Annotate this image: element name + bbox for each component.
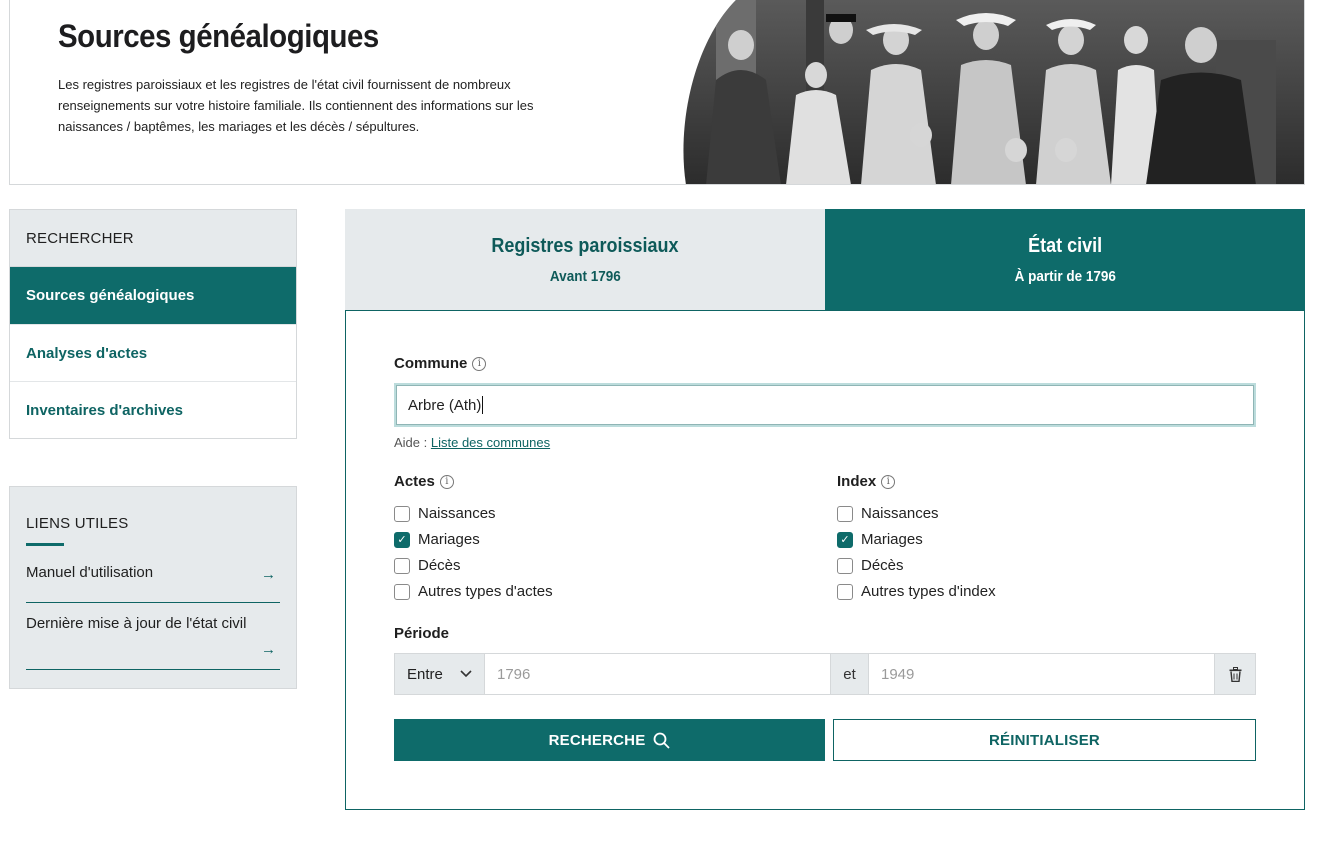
sidebar-item-analyses-actes[interactable]: Analyses d'actes <box>10 324 296 381</box>
link-label: Dernière mise à jour de l'état civil <box>26 615 247 632</box>
periode-and: et <box>830 654 869 694</box>
commune-label-text: Commune <box>394 355 468 372</box>
trash-icon <box>1229 666 1241 682</box>
info-icon[interactable]: i <box>439 474 454 489</box>
search-button[interactable]: RECHERCHE <box>394 719 825 761</box>
checkbox-index-naissances[interactable]: Naissances <box>837 505 939 522</box>
chevron-down-icon <box>460 670 472 678</box>
index-label: Index i <box>837 473 896 490</box>
checkbox-label: Naissances <box>861 505 939 522</box>
search-button-label: RECHERCHE <box>548 731 646 749</box>
search-form: Commune i Arbre (Ath) Aide : Liste des c… <box>345 310 1305 810</box>
info-icon[interactable]: i <box>881 474 896 489</box>
aide-prefix: Aide : <box>394 435 428 450</box>
link-label: Manuel d'utilisation <box>26 564 154 581</box>
link-derniere-mise-a-jour[interactable]: Dernière mise à jour de l'état civil → <box>26 603 280 670</box>
info-icon[interactable]: i <box>472 356 487 371</box>
tab-title: Registres paroissiaux <box>491 235 679 257</box>
periode-from-placeholder: 1796 <box>497 665 531 683</box>
check-icon[interactable]: ✓ <box>837 531 853 548</box>
page-title: Sources généalogiques <box>58 18 379 54</box>
periode-mode-value: Entre <box>407 665 443 683</box>
clear-periode-button[interactable] <box>1214 654 1255 694</box>
periode-to-placeholder: 1949 <box>881 665 915 683</box>
aide-line: Aide : Liste des communes <box>394 435 550 450</box>
checkbox-label: Autres types d'actes <box>418 583 553 600</box>
index-label-text: Index <box>837 473 877 490</box>
tab-registres-paroissiaux[interactable]: Registres paroissiaux Avant 1796 <box>345 209 825 311</box>
check-icon[interactable]: ✓ <box>394 531 410 548</box>
checkbox-label: Décès <box>861 557 904 574</box>
page-intro: Les registres paroissiaux et les registr… <box>58 77 534 134</box>
checkbox-label: Naissances <box>418 505 496 522</box>
source-tabs: Registres paroissiaux Avant 1796 État ci… <box>345 209 1305 311</box>
commune-input[interactable]: Arbre (Ath) <box>394 383 1256 427</box>
checkbox-index-mariages[interactable]: ✓ Mariages <box>837 531 923 548</box>
commune-label: Commune i <box>394 355 487 372</box>
sidebar-item-sources-genealogiques[interactable]: Sources généalogiques <box>10 267 296 324</box>
tab-subtitle: Avant 1796 <box>549 268 621 285</box>
family-photo <box>683 0 1304 184</box>
search-icon <box>654 732 671 749</box>
arrow-right-icon: → <box>261 566 276 583</box>
useful-links-heading: LIENS UTILES <box>26 515 129 532</box>
checkbox-actes-deces[interactable]: Décès <box>394 557 461 574</box>
checkbox-label: Mariages <box>418 531 480 548</box>
liste-communes-link[interactable]: Liste des communes <box>431 435 550 450</box>
periode-label-text: Période <box>394 625 450 642</box>
actes-label: Actes i <box>394 473 454 490</box>
tab-title: État civil <box>1027 235 1103 257</box>
checkbox-actes-mariages[interactable]: ✓ Mariages <box>394 531 480 548</box>
checkbox-index-autres[interactable]: Autres types d'index <box>837 583 996 600</box>
checkbox-actes-naissances[interactable]: Naissances <box>394 505 496 522</box>
checkbox-label: Autres types d'index <box>861 583 996 600</box>
checkbox-box[interactable] <box>837 505 853 522</box>
sidebar-search: RECHERCHER Sources généalogiques Analyse… <box>9 209 297 439</box>
checkbox-label: Mariages <box>861 531 923 548</box>
arrow-right-icon: → <box>261 641 276 658</box>
useful-links-panel: LIENS UTILES Manuel d'utilisation → Dern… <box>9 486 297 689</box>
checkbox-index-deces[interactable]: Décès <box>837 557 904 574</box>
text-caret <box>482 396 484 414</box>
checkbox-box[interactable] <box>837 557 853 574</box>
tab-etat-civil[interactable]: État civil À partir de 1796 <box>825 209 1305 311</box>
heading-underline <box>26 543 64 546</box>
actes-label-text: Actes <box>394 473 435 490</box>
periode-from-input[interactable]: 1796 <box>485 654 830 694</box>
reset-button[interactable]: RÉINITIALISER <box>833 719 1256 761</box>
link-manuel-utilisation[interactable]: Manuel d'utilisation → <box>26 562 280 603</box>
checkbox-actes-autres[interactable]: Autres types d'actes <box>394 583 553 600</box>
checkbox-box[interactable] <box>394 557 410 574</box>
sidebar-heading: RECHERCHER <box>10 210 296 267</box>
sidebar-item-inventaires-archives[interactable]: Inventaires d'archives <box>10 381 296 438</box>
periode-label: Période <box>394 625 449 642</box>
periode-to-input[interactable]: 1949 <box>869 654 1214 694</box>
commune-value: Arbre (Ath) <box>408 396 482 414</box>
tab-subtitle: À partir de 1796 <box>1014 268 1116 285</box>
checkbox-label: Décès <box>418 557 461 574</box>
checkbox-box[interactable] <box>394 505 410 522</box>
checkbox-box[interactable] <box>837 583 853 600</box>
checkbox-box[interactable] <box>394 583 410 600</box>
reset-button-label: RÉINITIALISER <box>989 731 1100 749</box>
page-header: Sources généalogiques Les registres paro… <box>9 0 1305 185</box>
periode-range: Entre 1796 et 1949 <box>394 653 1256 695</box>
periode-mode-select[interactable]: Entre <box>395 654 485 694</box>
